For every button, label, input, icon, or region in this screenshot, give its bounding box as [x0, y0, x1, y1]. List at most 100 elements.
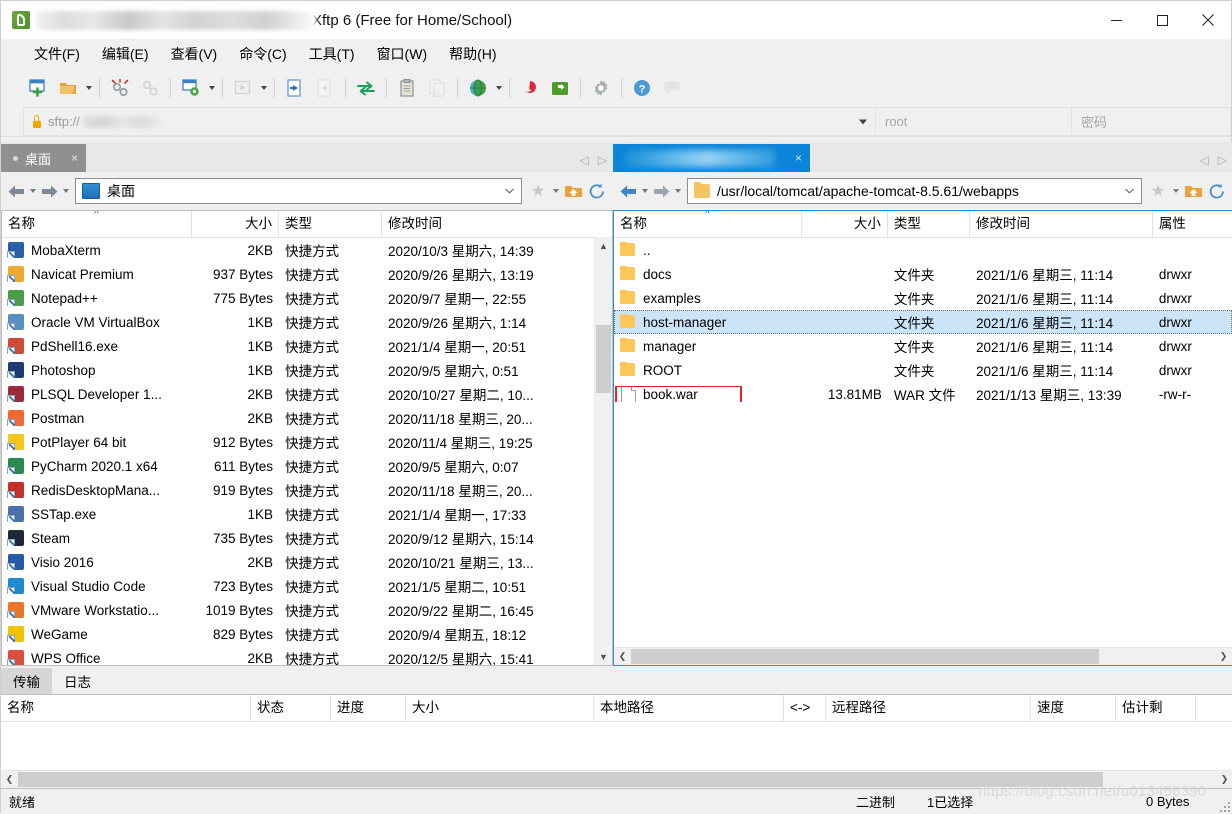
table-row[interactable]: WPS Office 2KB 快捷方式 2020/12/5 星期六, 15:41 [2, 646, 612, 665]
remote-col-name[interactable]: 名称 ^ [614, 211, 802, 237]
local-refresh-icon[interactable] [585, 178, 609, 204]
table-row[interactable]: Visual Studio Code 723 Bytes 快捷方式 2021/1/5 … [2, 574, 612, 598]
tab-scroll-left-icon[interactable]: ◁ [1200, 153, 1209, 167]
xftp-icon[interactable] [547, 75, 573, 101]
transfer-col-1[interactable]: 状态 [251, 695, 331, 721]
transfer-col-3[interactable]: 大小 [406, 695, 594, 721]
menu-help[interactable]: 帮助(H) [438, 40, 507, 68]
table-row[interactable]: PyCharm 2020.1 x64 611 Bytes 快捷方式 2020/9/5 … [2, 454, 612, 478]
local-tab-desktop[interactable]: 桌面 × [1, 144, 87, 172]
transfer-col-0[interactable]: 名称 [1, 695, 251, 721]
local-col-modified[interactable]: 修改时间 [382, 211, 594, 237]
local-file-list[interactable]: 名称 ^ 大小 类型 修改时间 MobaXterm 2KB 快捷方式 2020/10/3… [1, 210, 613, 666]
sync-icon[interactable] [353, 75, 379, 101]
transfer-col-2[interactable]: 进度 [331, 695, 406, 721]
table-row[interactable]: book.war 13.81MB WAR 文件 2021/1/13 星期三, 13:3… [614, 382, 1232, 406]
scroll-up-icon[interactable]: ▲ [595, 237, 612, 254]
local-favorites-star-icon[interactable]: ★ [526, 178, 550, 204]
remote-hscroll-thumb[interactable] [631, 649, 1099, 664]
remote-file-list[interactable]: 名称 ^ 大小 类型 修改时间 属性 .. docs 文件夹 2021/1/6 星期三,… [613, 210, 1232, 666]
tab-scroll-right-icon[interactable]: ▷ [1218, 153, 1227, 167]
menu-tools[interactable]: 工具(T) [298, 40, 366, 68]
table-row[interactable]: Visio 2016 2KB 快捷方式 2020/10/21 星期三, 13... [2, 550, 612, 574]
table-row[interactable]: Photoshop 1KB 快捷方式 2020/9/5 星期六, 0:51 [2, 358, 612, 382]
table-row[interactable]: SSTap.exe 1KB 快捷方式 2021/1/4 星期一, 17:33 [2, 502, 612, 526]
tools-gear-icon[interactable] [588, 75, 614, 101]
tab-scroll-left-icon[interactable]: ◁ [580, 153, 589, 167]
table-row[interactable]: RedisDesktopMana... 919 Bytes 快捷方式 2020/11/… [2, 478, 612, 502]
transfer-in-icon[interactable] [282, 75, 308, 101]
remote-back-button[interactable] [617, 178, 639, 204]
transfer-col-5[interactable]: <-> [784, 695, 826, 721]
browser-dropdown-caret[interactable] [493, 75, 504, 101]
menu-view[interactable]: 查看(V) [160, 40, 229, 68]
open-folder-dropdown-caret[interactable] [83, 75, 94, 101]
transfer-col-4[interactable]: 本地路径 [594, 695, 784, 721]
table-row[interactable]: Oracle VM VirtualBox 1KB 快捷方式 2020/9/26 星期六… [2, 310, 612, 334]
help-icon[interactable]: ? [629, 75, 655, 101]
menu-window[interactable]: 窗口(W) [366, 40, 439, 68]
local-path-input[interactable]: 桌面 [75, 178, 522, 204]
table-row[interactable]: manager 文件夹 2021/1/6 星期三, 11:14 drwxr [614, 334, 1232, 358]
table-row[interactable]: Postman 2KB 快捷方式 2020/11/18 星期三, 20... [2, 406, 612, 430]
tab-transfer[interactable]: 传输 [1, 668, 52, 694]
menu-command[interactable]: 命令(C) [228, 40, 297, 68]
host-address-input[interactable]: sftp:// [23, 107, 875, 136]
scroll-down-icon[interactable]: ▼ [595, 648, 612, 665]
table-row[interactable]: WeGame 829 Bytes 快捷方式 2020/9/4 星期五, 18:12 [2, 622, 612, 646]
table-row[interactable]: PdShell16.exe 1KB 快捷方式 2021/1/4 星期一, 20:51 [2, 334, 612, 358]
local-col-name[interactable]: 名称 ^ [2, 211, 192, 237]
remote-col-size[interactable]: 大小 [802, 211, 888, 237]
table-row[interactable]: host-manager 文件夹 2021/1/6 星期三, 11:14 drwxr [614, 310, 1232, 334]
remote-tab-close-icon[interactable]: × [795, 151, 802, 165]
remote-col-modified[interactable]: 修改时间 [970, 211, 1153, 237]
browser-icon[interactable] [465, 75, 491, 101]
remote-refresh-icon[interactable] [1205, 178, 1229, 204]
minimize-button[interactable] [1093, 1, 1139, 39]
xshell-icon[interactable] [517, 75, 543, 101]
table-row[interactable]: Steam 735 Bytes 快捷方式 2020/9/12 星期六, 15:14 [2, 526, 612, 550]
local-vertical-scrollbar[interactable]: ▲ ▼ [594, 237, 612, 665]
session-settings-dropdown-caret[interactable] [206, 75, 217, 101]
table-row[interactable]: examples 文件夹 2021/1/6 星期三, 11:14 drwxr [614, 286, 1232, 310]
menu-edit[interactable]: 编辑(E) [91, 40, 160, 68]
tab-log[interactable]: 日志 [52, 668, 103, 694]
open-folder-icon[interactable] [55, 75, 81, 101]
remote-back-history-caret[interactable] [639, 178, 650, 204]
table-row[interactable]: Navicat Premium 937 Bytes 快捷方式 2020/9/26 星期… [2, 262, 612, 286]
remote-tab-session[interactable]: × [613, 144, 811, 172]
menu-file[interactable]: 文件(F) [23, 40, 91, 68]
session-settings-icon[interactable] [178, 75, 204, 101]
table-row[interactable]: .. [614, 238, 1232, 262]
tab-scroll-right-icon[interactable]: ▷ [598, 153, 607, 167]
scroll-right-icon[interactable]: ❯ [1216, 774, 1232, 785]
username-field[interactable]: root [875, 107, 1071, 136]
table-row[interactable]: VMware Workstatio... 1019 Bytes 快捷方式 2020/9… [2, 598, 612, 622]
host-dropdown-caret[interactable] [859, 119, 867, 124]
remote-favorites-star-icon[interactable]: ★ [1146, 178, 1170, 204]
table-row[interactable]: PLSQL Developer 1... 2KB 快捷方式 2020/10/27 星期… [2, 382, 612, 406]
transfer-hscroll-thumb[interactable] [18, 772, 1103, 787]
remote-path-dropdown-caret[interactable] [1125, 188, 1134, 194]
run-dropdown-caret[interactable] [258, 75, 269, 101]
remote-forward-history-caret[interactable] [672, 178, 683, 204]
scroll-left-icon[interactable]: ❮ [1, 774, 18, 785]
remote-horizontal-scrollbar[interactable]: ❮ ❯ [614, 647, 1232, 665]
remote-favorites-caret[interactable] [1170, 178, 1181, 204]
transfer-col-7[interactable]: 速度 [1031, 695, 1116, 721]
table-row[interactable]: ROOT 文件夹 2021/1/6 星期三, 11:14 drwxr [614, 358, 1232, 382]
table-row[interactable]: PotPlayer 64 bit 912 Bytes 快捷方式 2020/11/4 星… [2, 430, 612, 454]
resize-grip[interactable] [1217, 799, 1230, 812]
local-back-history-caret[interactable] [27, 178, 38, 204]
transfer-horizontal-scrollbar[interactable]: ❮ ❯ [1, 770, 1232, 788]
local-favorites-caret[interactable] [550, 178, 561, 204]
local-forward-history-caret[interactable] [60, 178, 71, 204]
local-forward-button[interactable] [38, 178, 60, 204]
remote-forward-button[interactable] [650, 178, 672, 204]
local-scroll-thumb[interactable] [596, 325, 611, 393]
password-field[interactable]: 密码 [1071, 107, 1231, 136]
local-up-folder-icon[interactable] [561, 178, 585, 204]
hscroll-track[interactable] [631, 649, 1215, 664]
table-row[interactable]: docs 文件夹 2021/1/6 星期三, 11:14 drwxr [614, 262, 1232, 286]
disconnect-icon[interactable] [107, 75, 133, 101]
